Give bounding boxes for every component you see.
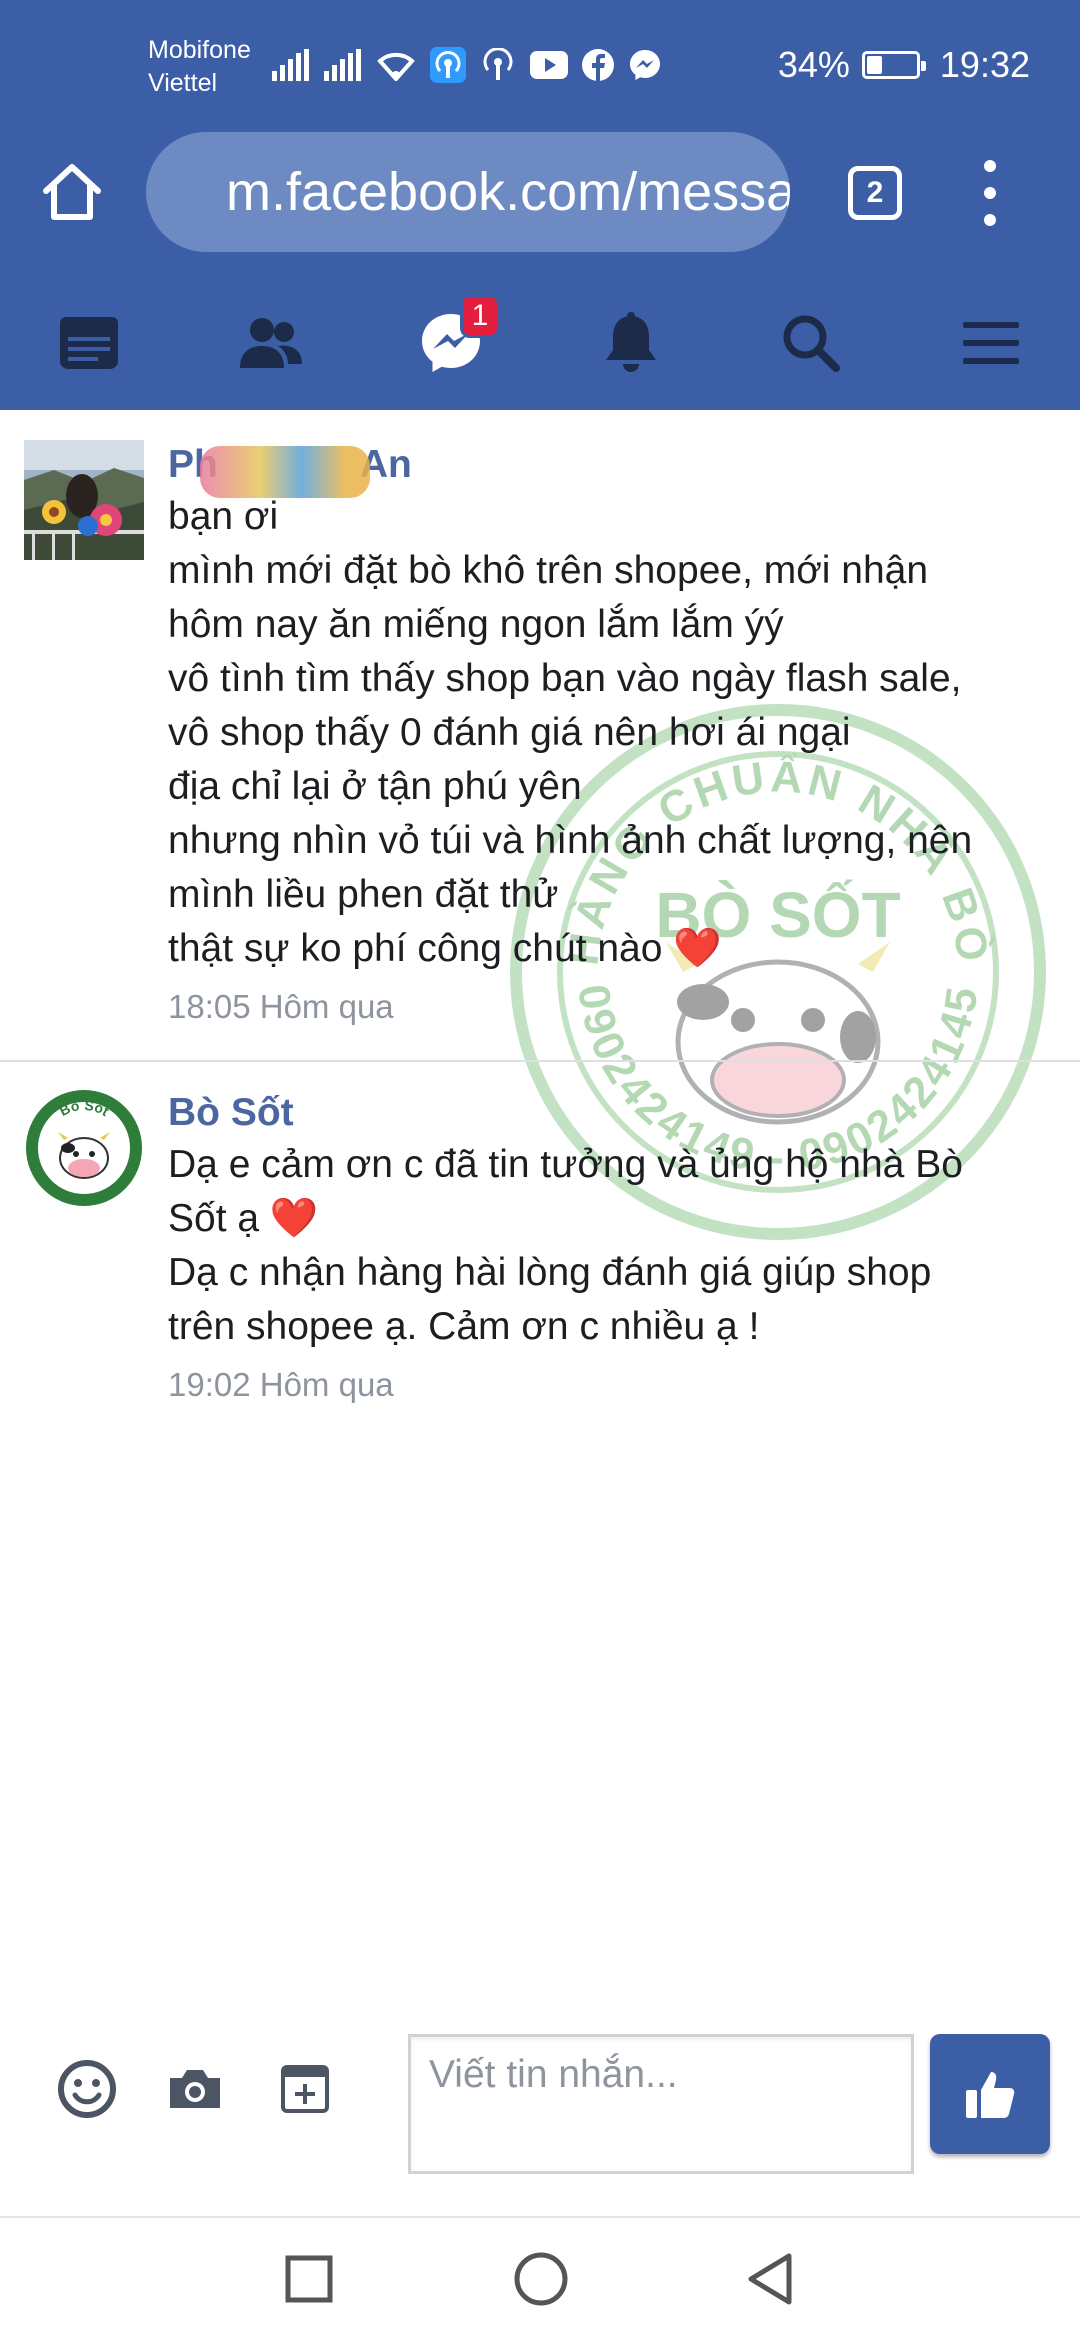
search-icon — [783, 315, 840, 372]
camera-button[interactable] — [162, 2056, 228, 2122]
radio-icon — [483, 48, 513, 80]
android-navigation-bar — [0, 2216, 1080, 2340]
friends-icon — [240, 318, 302, 368]
camera-icon — [170, 2070, 220, 2108]
sticker-button[interactable] — [272, 2056, 338, 2122]
more-vert-icon[interactable] — [972, 160, 1008, 226]
message-line: mình liều phen đặt thử — [168, 873, 559, 916]
message-input[interactable] — [408, 2034, 914, 2174]
emoji-icon — [58, 2060, 116, 2118]
message-divider — [0, 1060, 1080, 1062]
system-home-button[interactable] — [510, 2248, 572, 2310]
nav-friends[interactable] — [236, 308, 306, 378]
nav-menu[interactable] — [956, 308, 1026, 378]
message-line: trên shopee ạ. Cảm ơn c nhiều ạ ! — [168, 1305, 760, 1348]
avatar[interactable] — [24, 440, 144, 560]
bo-sot-logo: Bò Sốt HÀNG CHUẨN NHÀ BÒ — [26, 1090, 142, 1206]
message-timestamp: 18:05 Hôm qua — [168, 988, 394, 1025]
tab-switcher-button[interactable]: 2 — [848, 166, 902, 220]
like-send-button[interactable] — [930, 2034, 1050, 2154]
nav-notifications[interactable] — [596, 308, 666, 378]
messenger-icon — [630, 50, 660, 80]
message-line: bạn ơi — [168, 495, 279, 538]
avatar[interactable]: Bò Sốt HÀNG CHUẨN NHÀ BÒ — [24, 1088, 144, 1208]
bell-icon — [606, 312, 656, 372]
like-icon — [966, 2072, 1015, 2118]
clock: 19:32 — [939, 44, 1030, 85]
message-text: bạn ơi mình mới đặt bò khô trên shopee, … — [168, 490, 1050, 976]
signal-icon — [324, 49, 361, 81]
status-right: 34% 19:32 — [778, 44, 1030, 86]
message-line: hôm nay ăn miếng ngon lắm lắm ýý — [168, 603, 784, 646]
recents-button[interactable] — [278, 2248, 340, 2310]
status-bar: Mobifone Viettel 34% 19:32 — [0, 0, 1080, 132]
message-line: mình mới đặt bò khô trên shopee, mới nhậ… — [168, 549, 929, 592]
youtube-icon — [530, 51, 568, 79]
avatar-photo — [24, 440, 144, 560]
battery-icon — [861, 51, 926, 79]
recents-square-icon — [285, 2255, 333, 2303]
browser-toolbar: m.facebook.com/messages 2 — [0, 132, 1080, 278]
emoji-button[interactable] — [54, 2056, 120, 2122]
sender-name[interactable]: Bò Sốt — [168, 1088, 1050, 1138]
message-line: Sốt ạ ❤️ — [168, 1197, 319, 1240]
wifi-icon — [377, 52, 415, 81]
news-feed-icon — [60, 317, 118, 369]
message-line: Dạ c nhận hàng hài lòng đánh giá giúp sh… — [168, 1251, 932, 1294]
nav-search[interactable] — [776, 308, 846, 378]
carrier-names: Mobifone Viettel — [148, 34, 251, 100]
message-line: thật sự ko phí công chút nào ❤️ — [168, 927, 722, 970]
sticker-icon — [281, 2065, 329, 2113]
name-redaction-sticker — [200, 446, 370, 498]
message-composer — [0, 2020, 1080, 2180]
facebook-icon — [582, 49, 614, 81]
messenger-badge: 1 — [460, 294, 500, 338]
message-timestamp: 19:02 Hôm qua — [168, 1366, 394, 1403]
browser-home-button[interactable] — [36, 156, 108, 228]
tab-count: 2 — [866, 176, 884, 209]
message-line: nhưng nhìn vỏ túi và hình ảnh chất lượng… — [168, 819, 973, 862]
message-line: vô tình tìm thấy shop bạn vào ngày flash… — [168, 657, 962, 700]
hotspot-icon — [430, 47, 466, 83]
carrier-2: Viettel — [148, 69, 218, 97]
back-button[interactable] — [740, 2248, 802, 2310]
message-line: vô shop thấy 0 đánh giá nên hơi ái ngại — [168, 711, 851, 754]
url-bar[interactable]: m.facebook.com/messages — [146, 132, 790, 252]
nav-messenger[interactable]: 1 — [416, 294, 500, 378]
message-line: địa chỉ lại ở tận phú yên — [168, 765, 582, 808]
message-line: Dạ e cảm ơn c đã tin tưởng và ủng hộ nhà… — [168, 1143, 963, 1186]
home-circle-icon — [514, 2252, 568, 2306]
hamburger-icon — [963, 322, 1019, 364]
back-triangle-icon — [748, 2253, 792, 2305]
nav-news-feed[interactable] — [54, 308, 124, 378]
facebook-top-nav: 1 — [0, 278, 1080, 410]
url-text: m.facebook.com/messages — [226, 162, 790, 222]
status-icons — [272, 44, 662, 86]
carrier-1: Mobifone — [148, 36, 251, 64]
home-icon — [43, 164, 101, 220]
battery-percent: 34% — [777, 44, 850, 85]
message-text: Dạ e cảm ơn c đã tin tưởng và ủng hộ nhà… — [168, 1138, 1050, 1354]
signal-icon — [272, 49, 309, 81]
